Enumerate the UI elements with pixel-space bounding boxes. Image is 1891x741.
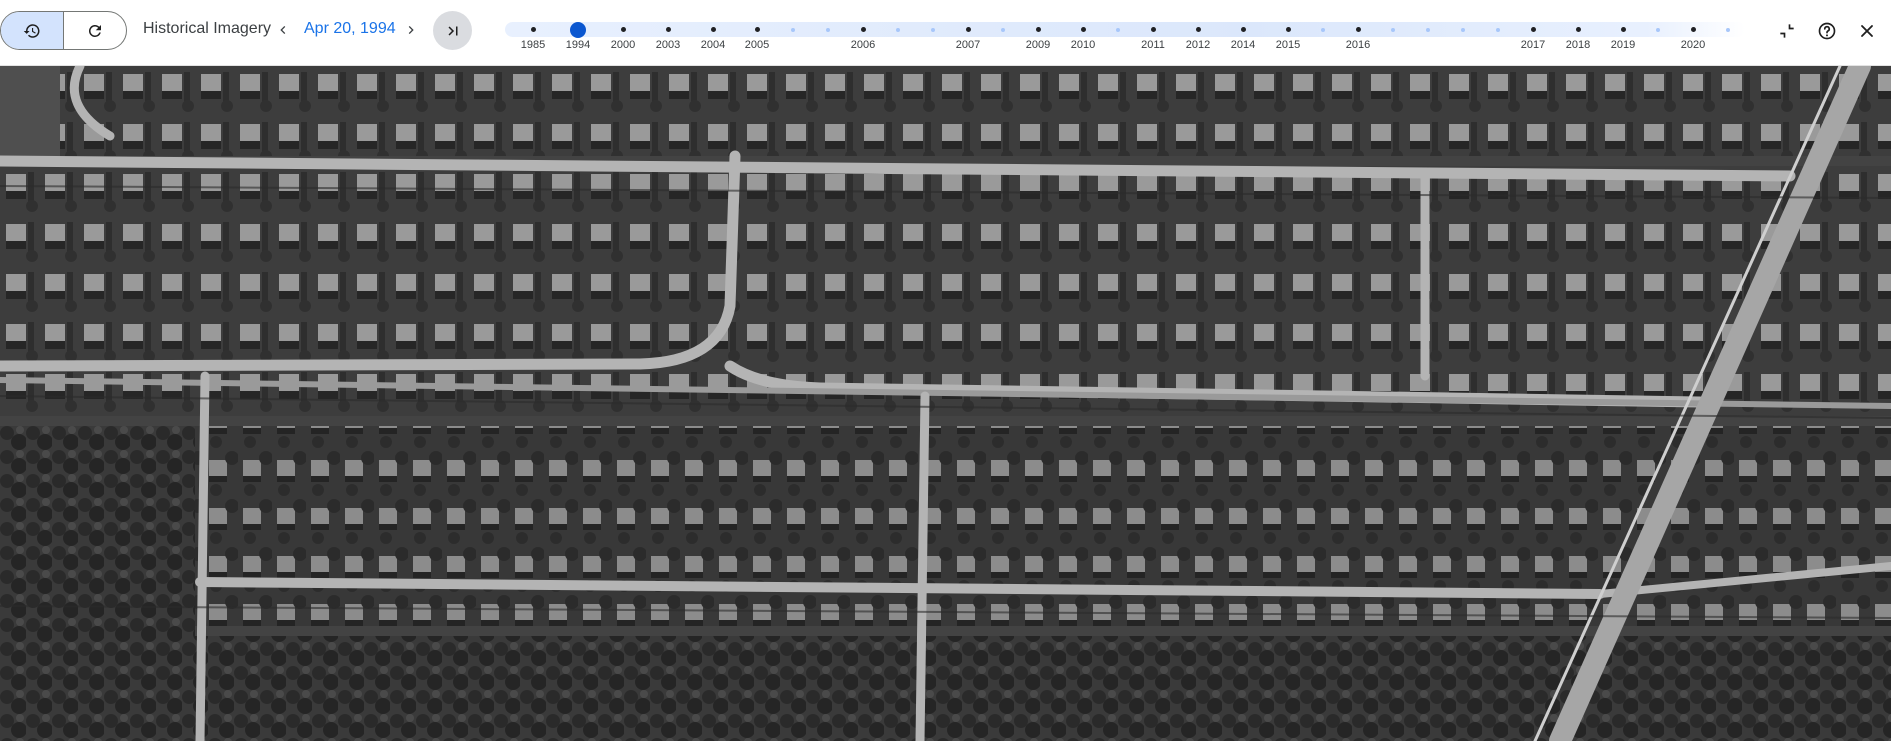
timeline-year-label: 2007 [955, 39, 981, 51]
timeline-tick-2020[interactable]: 2020 [1681, 16, 1705, 56]
timeline-tick-minor[interactable] [931, 16, 935, 56]
timeline-tick-minor[interactable] [791, 16, 795, 56]
timeline-tick-minor[interactable] [1116, 16, 1120, 56]
current-mode-button[interactable] [64, 12, 127, 49]
timeline-tick-2009[interactable]: 2009 [1026, 16, 1050, 56]
timeline-tick-minor[interactable] [1001, 16, 1005, 56]
selected-date-marker [570, 22, 586, 38]
timeline-tick-2007[interactable]: 2007 [956, 16, 980, 56]
timeline-tick-2011[interactable]: 2011 [1141, 16, 1165, 56]
previous-date-button[interactable] [270, 17, 296, 43]
page-title: Historical Imagery [143, 20, 272, 37]
timeline-year-label: 2006 [850, 39, 876, 51]
timeline-tick-1985[interactable]: 1985 [521, 16, 545, 56]
timeline-tick-1994[interactable]: 1994 [566, 16, 590, 56]
timeline-tick-minor[interactable] [1321, 16, 1325, 56]
timeline-year-label: 2015 [1275, 39, 1301, 51]
timeline-tick-minor[interactable] [1726, 16, 1730, 56]
timeline-tick-2017[interactable]: 2017 [1521, 16, 1545, 56]
timeline-tick-2016[interactable]: 2016 [1346, 16, 1370, 56]
timeline-tick-2012[interactable]: 2012 [1186, 16, 1210, 56]
timeline-track [505, 22, 1745, 37]
aerial-photo [0, 66, 1891, 741]
jump-to-latest-button[interactable] [433, 11, 472, 50]
timeline-tick-2005[interactable]: 2005 [745, 16, 769, 56]
history-icon [23, 23, 40, 38]
timeline-tick-2006[interactable]: 2006 [851, 16, 875, 56]
timeline-tick-minor[interactable] [1656, 16, 1660, 56]
close-button[interactable] [1853, 17, 1881, 45]
timeline-tick-minor[interactable] [1496, 16, 1500, 56]
collapse-icon [1780, 24, 1794, 38]
imagery-timeline[interactable]: 1985 1994 2000 2003 2004 2005 2006 2007 … [505, 16, 1745, 56]
timeline-tick-2019[interactable]: 2019 [1611, 16, 1635, 56]
current-date-label[interactable]: Apr 20, 1994 [304, 20, 396, 38]
timeline-tick-minor[interactable] [826, 16, 830, 56]
chevron-right-icon [408, 26, 414, 34]
timeline-tick-2003[interactable]: 2003 [656, 16, 680, 56]
historical-imagery-toolbar: Historical Imagery Apr 20, 1994 1985 199… [0, 0, 1891, 66]
timeline-tick-2018[interactable]: 2018 [1566, 16, 1590, 56]
satellite-imagery-map[interactable] [0, 66, 1891, 741]
chevron-left-icon [280, 26, 286, 34]
timeline-tick-2004[interactable]: 2004 [701, 16, 725, 56]
timeline-tick-minor[interactable] [1461, 16, 1465, 56]
collapse-button[interactable] [1773, 17, 1801, 45]
timeline-year-label: 2005 [744, 39, 770, 51]
timeline-year-label: 2016 [1345, 39, 1371, 51]
timeline-tick-minor[interactable] [1426, 16, 1430, 56]
timeline-year-label: 2020 [1680, 39, 1706, 51]
help-icon [1818, 22, 1836, 40]
timeline-tick-minor[interactable] [896, 16, 900, 56]
imagery-mode-toggle [0, 11, 127, 50]
timeline-year-label: 2010 [1070, 39, 1096, 51]
next-date-button[interactable] [398, 17, 424, 43]
timeline-tick-2010[interactable]: 2010 [1071, 16, 1095, 56]
timeline-tick-2000[interactable]: 2000 [611, 16, 635, 56]
refresh-icon [88, 24, 101, 37]
help-button[interactable] [1813, 17, 1841, 45]
timeline-tick-2014[interactable]: 2014 [1231, 16, 1255, 56]
skip-to-latest-icon [448, 26, 457, 35]
timeline-tick-minor[interactable] [1391, 16, 1395, 56]
timeline-year-label: 2019 [1610, 39, 1636, 51]
timeline-tick-2015[interactable]: 2015 [1276, 16, 1300, 56]
history-mode-button[interactable] [1, 12, 64, 49]
close-icon [1861, 25, 1873, 37]
